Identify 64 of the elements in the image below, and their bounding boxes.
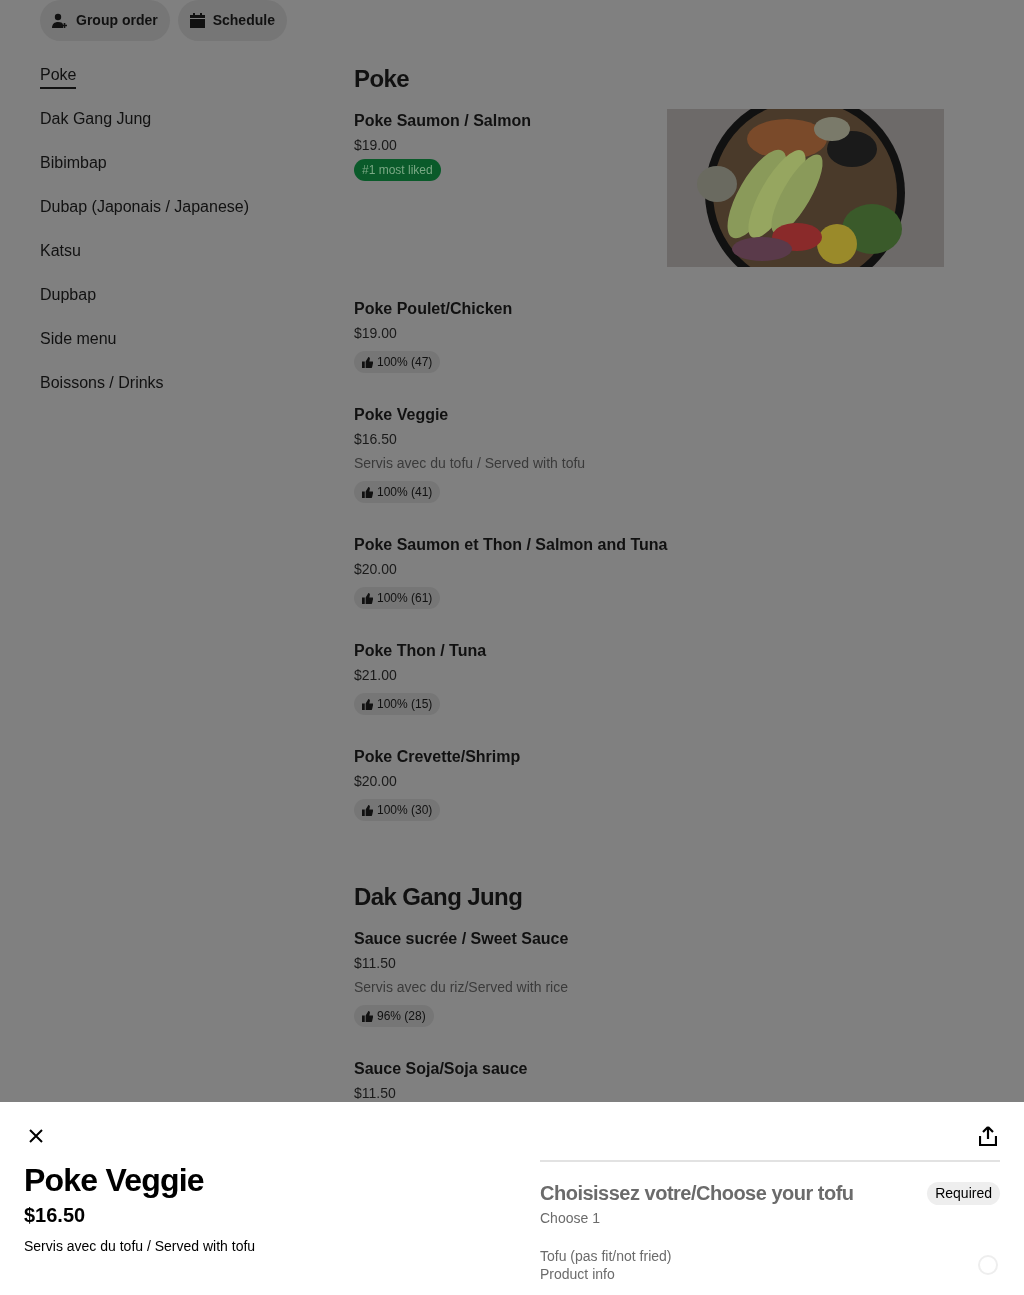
category-link[interactable]: Katsu <box>40 239 81 265</box>
option-label: Tofu (pas fit/not fried) <box>540 1247 672 1265</box>
thumbs-up-icon <box>362 356 373 368</box>
item-price: $16.50 <box>24 1203 87 1228</box>
section-heading: Poke <box>354 64 410 94</box>
thumbs-up-icon <box>362 592 373 604</box>
item-price: $20.00 <box>354 560 397 579</box>
item-description: Servis avec du tofu / Served with tofu <box>354 454 586 473</box>
rating-text: 100% (15) <box>377 696 433 713</box>
item-description: Servis avec du tofu / Served with tofu <box>24 1237 257 1256</box>
item-price: $11.50 <box>354 1084 396 1103</box>
menu-item[interactable]: Poke Saumon / Salmon $19.00 #1 most liked <box>354 109 944 267</box>
close-icon <box>29 1129 43 1143</box>
thumbs-up-icon <box>362 486 373 498</box>
rating-text: 100% (30) <box>377 802 433 819</box>
rating-text: 100% (61) <box>377 590 433 607</box>
item-name: Poke Veggie <box>354 405 449 425</box>
item-name: Poke Thon / Tuna <box>354 641 487 661</box>
group-order-button[interactable]: Group order <box>40 0 170 41</box>
product-info-link[interactable]: Product info <box>540 1265 672 1283</box>
menu-item[interactable]: Sauce sucrée / Sweet Sauce $11.50 Servis avec du riz/Served with rice 96% (28) <box>354 927 944 1027</box>
item-name: Poke Saumon / Salmon <box>354 111 531 131</box>
category-link[interactable]: Dupbap <box>40 283 97 309</box>
item-price: $11.50 <box>354 954 396 973</box>
item-name: Sauce Soja/Soja sauce <box>354 1059 528 1079</box>
category-link[interactable]: Boissons / Drinks <box>40 371 164 397</box>
menu-item[interactable]: Poke Saumon et Thon / Salmon and Tuna $20.00 100% (61) <box>354 533 944 609</box>
item-name: Poke Poulet/Chicken <box>354 299 513 319</box>
section-heading: Dak Gang Jung <box>354 882 524 912</box>
item-description: Servis avec du riz/Served with rice <box>354 978 568 997</box>
option-group-subtitle: Choose 1 <box>540 1209 601 1228</box>
menu-item[interactable]: Poke Poulet/Chicken $19.00 100% (47) <box>354 297 944 373</box>
rating-text: 100% (41) <box>377 484 433 501</box>
item-title: Poke Veggie <box>24 1161 205 1200</box>
menu-item[interactable]: Poke Thon / Tuna $21.00 100% (15) <box>354 639 944 715</box>
most-liked-badge: #1 most liked <box>354 159 441 181</box>
thumbs-up-icon <box>362 698 373 710</box>
item-price: $16.50 <box>354 430 397 449</box>
category-link[interactable]: Poke <box>40 63 77 89</box>
item-name: Poke Crevette/Shrimp <box>354 747 521 767</box>
share-button[interactable] <box>976 1124 1000 1148</box>
option-group-title: Choisissez votre/Choose your tofu <box>540 1181 854 1206</box>
item-price: $21.00 <box>354 666 397 685</box>
item-price: $19.00 <box>354 136 397 155</box>
category-link[interactable]: Bibimbap <box>40 151 107 177</box>
category-link[interactable]: Dak Gang Jung <box>40 107 152 133</box>
share-icon <box>979 1126 997 1146</box>
item-name: Sauce sucrée / Sweet Sauce <box>354 929 569 949</box>
category-link[interactable]: Dubap (Japonais / Japanese) <box>40 195 250 221</box>
item-name: Poke Saumon et Thon / Salmon and Tuna <box>354 535 668 555</box>
thumbs-up-icon <box>362 1010 373 1022</box>
add-person-icon <box>52 12 68 29</box>
required-badge: Required <box>927 1182 1000 1205</box>
category-link[interactable]: Side menu <box>40 327 117 353</box>
item-price: $19.00 <box>354 324 397 343</box>
schedule-button[interactable]: Schedule <box>177 0 287 41</box>
rating-text: 100% (47) <box>377 354 433 371</box>
menu-item[interactable]: Poke Veggie $16.50 Servis avec du tofu / Served with tofu 100% (41) <box>354 403 944 503</box>
menu-item[interactable]: Poke Crevette/Shrimp $20.00 100% (30) <box>354 745 944 821</box>
calendar-icon <box>189 13 205 28</box>
menu-item[interactable]: Sauce Soja/Soja sauce $11.50 <box>354 1057 944 1103</box>
item-price: $20.00 <box>354 772 397 791</box>
rating-text: 96% (28) <box>377 1008 426 1025</box>
thumbs-up-icon <box>362 804 373 816</box>
